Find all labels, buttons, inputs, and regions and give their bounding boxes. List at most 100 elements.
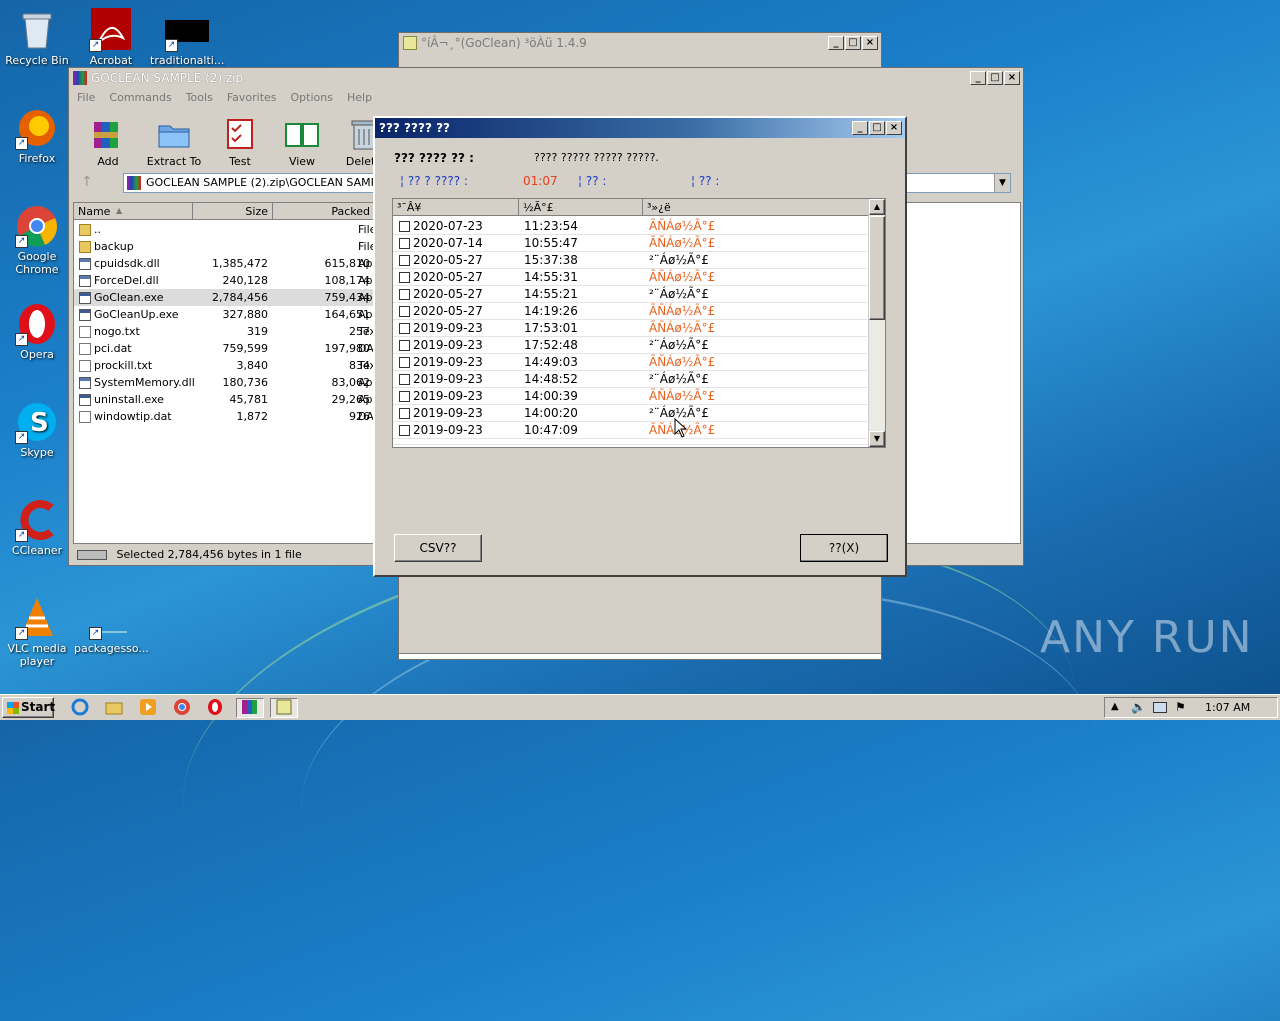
table-row[interactable]: 2019-09-23 10:47:09 ÃÑÁø½Ã°£ xyxy=(393,422,867,439)
table-row[interactable]: 2020-05-27 15:37:38 ²¨Áø½Ã°£ xyxy=(393,252,867,269)
taskbar-winrar-button[interactable] xyxy=(236,698,264,718)
menu-favorites[interactable]: Favorites xyxy=(227,91,277,104)
row-checkbox[interactable] xyxy=(399,374,410,385)
file-row[interactable]: .. File xyxy=(74,221,384,238)
table-row[interactable]: 2019-09-23 14:00:39 ÃÑÁø½Ã°£ xyxy=(393,388,867,405)
add-button[interactable]: Add xyxy=(77,116,139,168)
maximize-button[interactable]: □ xyxy=(845,36,861,50)
row-checkbox[interactable] xyxy=(399,255,410,266)
minimize-button[interactable]: _ xyxy=(852,121,868,135)
desktop-icon-recycle-bin[interactable]: Recycle Bin xyxy=(0,8,74,67)
menu-tools[interactable]: Tools xyxy=(186,91,213,104)
table-row[interactable]: 2019-09-23 14:00:20 ²¨Áø½Ã°£ xyxy=(393,405,867,422)
close-dialog-button[interactable]: ??(X) xyxy=(800,534,888,562)
column-time[interactable]: ½Ã°£ xyxy=(519,199,643,216)
taskbar-ie-button[interactable] xyxy=(68,698,92,718)
scroll-up-button[interactable]: ▲ xyxy=(869,199,885,215)
start-button[interactable]: Start xyxy=(2,697,55,718)
minimize-button[interactable]: _ xyxy=(828,36,844,50)
history-dialog[interactable]: ??? ???? ?? _ □ × ??? ???? ?? : ???? ???… xyxy=(373,116,907,577)
desktop-icon-ccleaner[interactable]: ↗ CCleaner xyxy=(0,498,74,557)
flag-icon[interactable]: ⚑ xyxy=(1175,700,1186,714)
row-checkbox[interactable] xyxy=(399,323,410,334)
tray-expand-icon[interactable]: ▲ xyxy=(1111,701,1119,712)
row-checkbox[interactable] xyxy=(399,357,410,368)
desktop-icon-blank-file[interactable]: ↗ packagesso... xyxy=(74,596,149,655)
vertical-scrollbar[interactable]: ▲ ▼ xyxy=(868,199,885,447)
desktop-icon-firefox[interactable]: ↗ Firefox xyxy=(0,106,74,165)
table-row[interactable]: 2020-05-27 14:55:31 ÃÑÁø½Ã°£ xyxy=(393,269,867,286)
taskbar-opera-button[interactable] xyxy=(203,698,227,718)
column-content[interactable]: ³»¿ë xyxy=(643,199,869,216)
taskbar-goclean-button[interactable] xyxy=(270,698,298,718)
row-checkbox[interactable] xyxy=(399,306,410,317)
taskbar-explorer-button[interactable] xyxy=(102,698,126,718)
taskbar-media-player-button[interactable] xyxy=(136,698,160,718)
scroll-down-button[interactable]: ▼ xyxy=(869,431,885,447)
close-button[interactable]: × xyxy=(886,121,902,135)
desktop-icon-vlc[interactable]: ↗ VLC media player xyxy=(0,596,74,668)
file-row[interactable]: GoCleanUp.exe 327,880 164,651 App xyxy=(74,306,384,323)
row-checkbox[interactable] xyxy=(399,272,410,283)
column-date[interactable]: ³¯Â¥ xyxy=(393,199,519,216)
desktop-icon-acrobat[interactable]: ↗ Acrobat xyxy=(74,8,148,67)
test-button[interactable]: Test xyxy=(209,116,271,168)
close-button[interactable]: × xyxy=(1004,71,1020,85)
view-button[interactable]: View xyxy=(271,116,333,168)
table-row[interactable]: 2019-09-23 17:53:01 ÃÑÁø½Ã°£ xyxy=(393,320,867,337)
table-row[interactable]: 2020-05-27 14:19:26 ÃÑÁø½Ã°£ xyxy=(393,303,867,320)
desktop-icon-skype[interactable]: S ↗ Skype xyxy=(0,400,74,459)
menu-options[interactable]: Options xyxy=(291,91,333,104)
file-row[interactable]: ForceDel.dll 240,128 108,174 App xyxy=(74,272,384,289)
minimize-button[interactable]: _ xyxy=(970,71,986,85)
network-icon[interactable] xyxy=(1153,702,1167,713)
table-row[interactable]: 2020-07-23 11:23:54 ÃÑÁø½Ã°£ xyxy=(393,218,867,235)
file-row[interactable]: GoClean.exe 2,784,456 759,434 App xyxy=(74,289,384,306)
table-row[interactable]: 2020-07-14 10:55:47 ÃÑÁø½Ã°£ xyxy=(393,235,867,252)
taskbar-chrome-button[interactable] xyxy=(170,698,194,718)
menu-help[interactable]: Help xyxy=(347,91,372,104)
csv-button[interactable]: CSV?? xyxy=(394,534,482,562)
chevron-down-icon[interactable]: ▼ xyxy=(994,174,1010,192)
column-header-name[interactable]: Name xyxy=(74,203,193,220)
row-checkbox[interactable] xyxy=(399,408,410,419)
table-row[interactable]: 2019-09-23 14:49:03 ÃÑÁø½Ã°£ xyxy=(393,354,867,371)
row-checkbox[interactable] xyxy=(399,289,410,300)
row-checkbox[interactable] xyxy=(399,238,410,249)
file-row[interactable]: SystemMemory.dll 180,736 83,062 App xyxy=(74,374,384,391)
clock[interactable]: 1:07 AM xyxy=(1205,701,1250,714)
file-row[interactable]: nogo.txt 319 257 Tex xyxy=(74,323,384,340)
column-header-size[interactable]: Size xyxy=(193,203,273,220)
up-arrow-icon[interactable]: ↑ xyxy=(81,174,101,192)
row-checkbox[interactable] xyxy=(399,425,410,436)
row-checkbox[interactable] xyxy=(399,221,410,232)
desktop-icon-black-file[interactable]: ↗ traditionalti... xyxy=(150,8,224,67)
file-row[interactable]: windowtip.dat 1,872 926 DA xyxy=(74,408,384,425)
scroll-thumb[interactable] xyxy=(869,216,885,320)
file-row[interactable]: prockill.txt 3,840 834 Tex xyxy=(74,357,384,374)
volume-icon[interactable]: 🔈 xyxy=(1131,700,1146,714)
column-header-packed[interactable]: Packed xyxy=(273,203,375,220)
desktop-icon-chrome[interactable]: ↗ Google Chrome xyxy=(0,204,74,276)
goclean-titlebar[interactable]: °íÂ¬¸°(GoClean) ³öÀü 1.4.9 _ □ × xyxy=(399,33,881,53)
table-row[interactable]: 2020-05-27 14:55:21 ²¨Áø½Ã°£ xyxy=(393,286,867,303)
menu-file[interactable]: File xyxy=(77,91,95,104)
winrar-titlebar[interactable]: GOCLEAN SAMPLE (2).zip _ □ × xyxy=(69,68,1023,88)
file-row[interactable]: pci.dat 759,599 197,980 DA xyxy=(74,340,384,357)
row-checkbox[interactable] xyxy=(399,340,410,351)
maximize-button[interactable]: □ xyxy=(869,121,885,135)
dialog-titlebar[interactable]: ??? ???? ?? _ □ × xyxy=(375,118,905,138)
desktop-icon-opera[interactable]: ↗ Opera xyxy=(0,302,74,361)
menu-commands[interactable]: Commands xyxy=(109,91,171,104)
table-row[interactable]: 2019-09-23 17:52:48 ²¨Áø½Ã°£ xyxy=(393,337,867,354)
row-checkbox[interactable] xyxy=(399,391,410,402)
extract-to-button[interactable]: Extract To xyxy=(139,116,209,168)
file-row[interactable]: cpuidsdk.dll 1,385,472 615,810 App xyxy=(74,255,384,272)
file-row[interactable]: uninstall.exe 45,781 29,265 App xyxy=(74,391,384,408)
table-row[interactable]: 2019-09-23 14:48:52 ²¨Áø½Ã°£ xyxy=(393,371,867,388)
info-label-3: ¦ ?? : xyxy=(691,174,720,188)
close-button[interactable]: × xyxy=(862,36,878,50)
file-row[interactable]: backup File xyxy=(74,238,384,255)
maximize-button[interactable]: □ xyxy=(987,71,1003,85)
history-table[interactable]: ³¯Â¥ ½Ã°£ ³»¿ë 2020-07-23 11:23:54 ÃÑÁø½Ã°… xyxy=(392,198,886,448)
